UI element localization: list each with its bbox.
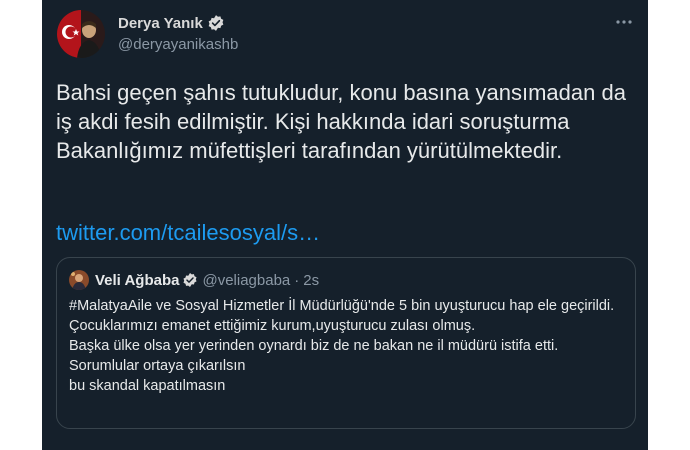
tweet-card: Derya Yanık @deryayanikashb Bahsi geçen … bbox=[42, 0, 648, 450]
quoted-text-line: Sorumlular ortaya çıkarılsın bbox=[69, 358, 246, 374]
tweet-link[interactable]: twitter.com/tcailesosyal/s… bbox=[56, 220, 320, 246]
quoted-text-line: bu skandal kapatılmasın bbox=[69, 378, 226, 394]
author-name[interactable]: Derya Yanık bbox=[118, 15, 203, 32]
quoted-text-line: Başka ülke olsa yer yerinden oynardı biz… bbox=[69, 338, 559, 354]
author-avatar[interactable] bbox=[57, 10, 105, 58]
tweet-text: Bahsi geçen şahıs tutukludur, konu basın… bbox=[56, 80, 626, 163]
quoted-author-name[interactable]: Veli Ağbaba bbox=[95, 272, 179, 289]
quoted-timestamp[interactable]: 2s bbox=[303, 272, 319, 289]
quoted-tweet[interactable]: Veli Ağbaba @veliagbaba · 2s #MalatyaAil… bbox=[56, 257, 636, 429]
verified-badge-icon bbox=[182, 272, 198, 288]
quoted-header: Veli Ağbaba @veliagbaba · 2s bbox=[69, 270, 319, 290]
quoted-text-line: #MalatyaAile ve Sosyal Hizmetler İl Müdü… bbox=[69, 298, 615, 314]
author-name-row: Derya Yanık bbox=[118, 14, 225, 32]
quoted-text: #MalatyaAile ve Sosyal Hizmetler İl Müdü… bbox=[69, 296, 625, 396]
quoted-author-handle[interactable]: @veliagbaba bbox=[202, 272, 290, 289]
verified-badge-icon bbox=[207, 14, 225, 32]
more-options-icon[interactable] bbox=[614, 12, 634, 32]
separator-dot: · bbox=[294, 271, 300, 289]
author-handle[interactable]: @deryayanikashb bbox=[118, 36, 238, 53]
quoted-text-line: Çocuklarımızı emanet ettiğimiz kurum,uyu… bbox=[69, 318, 476, 334]
quoted-author-avatar[interactable] bbox=[69, 270, 89, 290]
